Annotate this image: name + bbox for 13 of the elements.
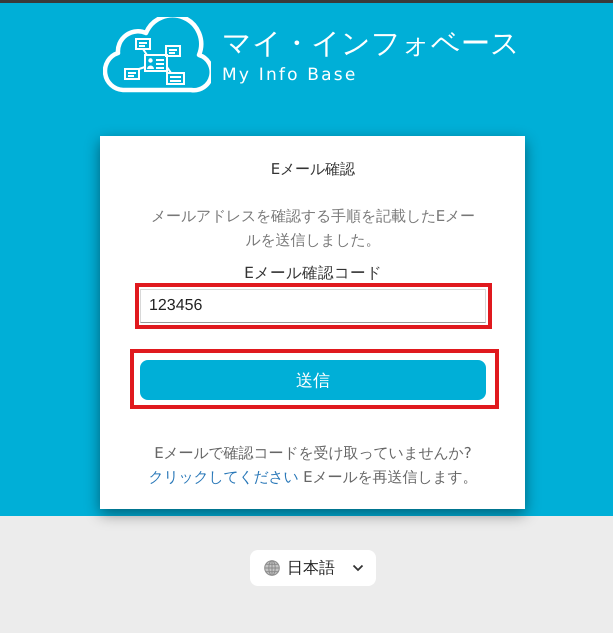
resend-question: Eメールで確認コードを受け取っていませんか? xyxy=(153,443,473,464)
language-button[interactable]: 日本語 xyxy=(250,550,376,586)
logo-subtitle: My Info Base xyxy=(222,64,359,86)
logo-title: マイ・インフォベース xyxy=(222,25,520,62)
cloud-logo-icon xyxy=(103,17,211,95)
globe-icon xyxy=(264,560,280,576)
resend-text: クリックしてください Eメールを再送信します。 xyxy=(147,467,479,488)
resend-link[interactable]: クリックしてください xyxy=(148,468,298,486)
card-title: Eメール確認 xyxy=(270,159,356,180)
code-label: Eメール確認コード xyxy=(243,263,383,284)
description-text: メールアドレスを確認する手順を記載したEメールを送信しました。 xyxy=(150,206,476,251)
chevron-down-icon xyxy=(352,564,364,572)
code-input[interactable]: 123456 xyxy=(140,289,486,323)
